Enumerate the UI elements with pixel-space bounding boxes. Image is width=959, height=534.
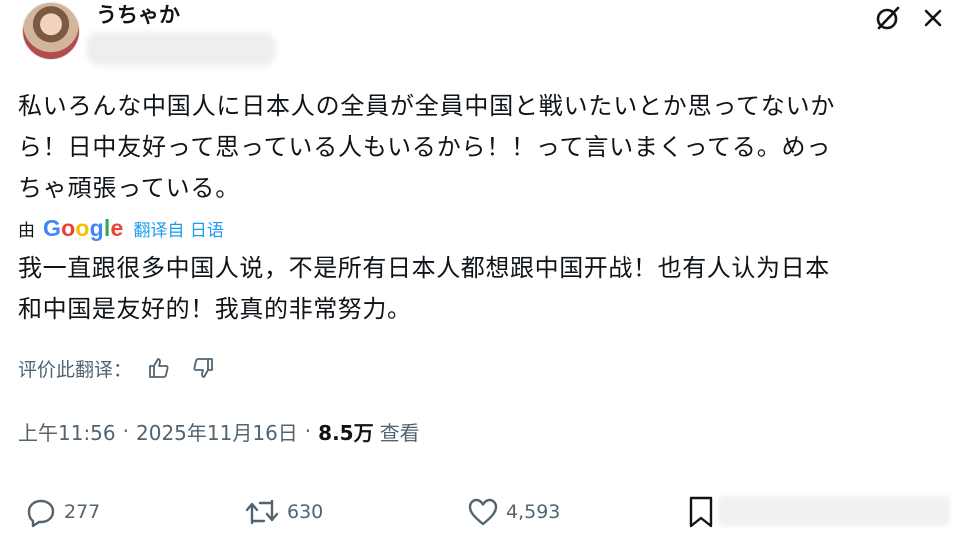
avatar[interactable] xyxy=(22,2,80,60)
views-count: 8.5万 xyxy=(318,420,374,445)
like-count: 4,593 xyxy=(506,501,561,523)
thumbs-down-icon xyxy=(193,358,213,378)
reply-icon xyxy=(27,499,55,528)
thumbs-up-icon xyxy=(149,358,169,378)
close-icon[interactable] xyxy=(918,3,948,33)
post-text: 私いろんな中国人に日本人の全員が全員中国と戦いたいとか思ってないか ら！日中友好… xyxy=(18,92,836,202)
like-button[interactable]: 4,593 xyxy=(466,490,560,534)
views-label: 查看 xyxy=(379,420,420,445)
thumbs-up-button[interactable] xyxy=(142,352,176,384)
author-display-name[interactable]: うちゃか xyxy=(96,2,180,28)
author-handle-redacted xyxy=(86,32,276,66)
grok-icon[interactable] xyxy=(873,3,903,33)
bookmark-button[interactable] xyxy=(686,490,716,534)
thumbs-down-button[interactable] xyxy=(186,352,220,384)
translation-prefix: 由 xyxy=(18,220,35,241)
bookmark-icon xyxy=(689,496,713,528)
rate-translation-label: 评价此翻译： xyxy=(18,358,133,381)
rate-translation: 评价此翻译： xyxy=(18,352,220,384)
separator-dot: · xyxy=(304,419,312,443)
post-metadata: 上午11:56 · 2025年11月16日 · 8.5万 查看 xyxy=(18,414,420,448)
post-date[interactable]: 2025年11月16日 xyxy=(136,417,298,446)
translation-attribution: 由 Google 翻译自 日语 xyxy=(18,214,224,242)
google-logo: Google xyxy=(43,214,124,241)
translated-text: 我一直跟很多中国人说，不是所有日本人都想跟中国开战！也有人认为日本 和中国是友好… xyxy=(18,254,830,323)
reply-button[interactable]: 277 xyxy=(24,490,100,534)
translated-from-link[interactable]: 翻译自 日语 xyxy=(133,216,223,241)
repost-button[interactable]: 630 xyxy=(243,490,323,534)
post-time[interactable]: 上午11:56 xyxy=(18,417,116,446)
repost-count: 630 xyxy=(287,501,324,523)
like-icon xyxy=(468,498,498,526)
separator-dot: · xyxy=(122,419,129,443)
watermark-redacted xyxy=(718,496,950,526)
reply-count: 277 xyxy=(64,501,101,523)
repost-icon xyxy=(245,499,279,525)
